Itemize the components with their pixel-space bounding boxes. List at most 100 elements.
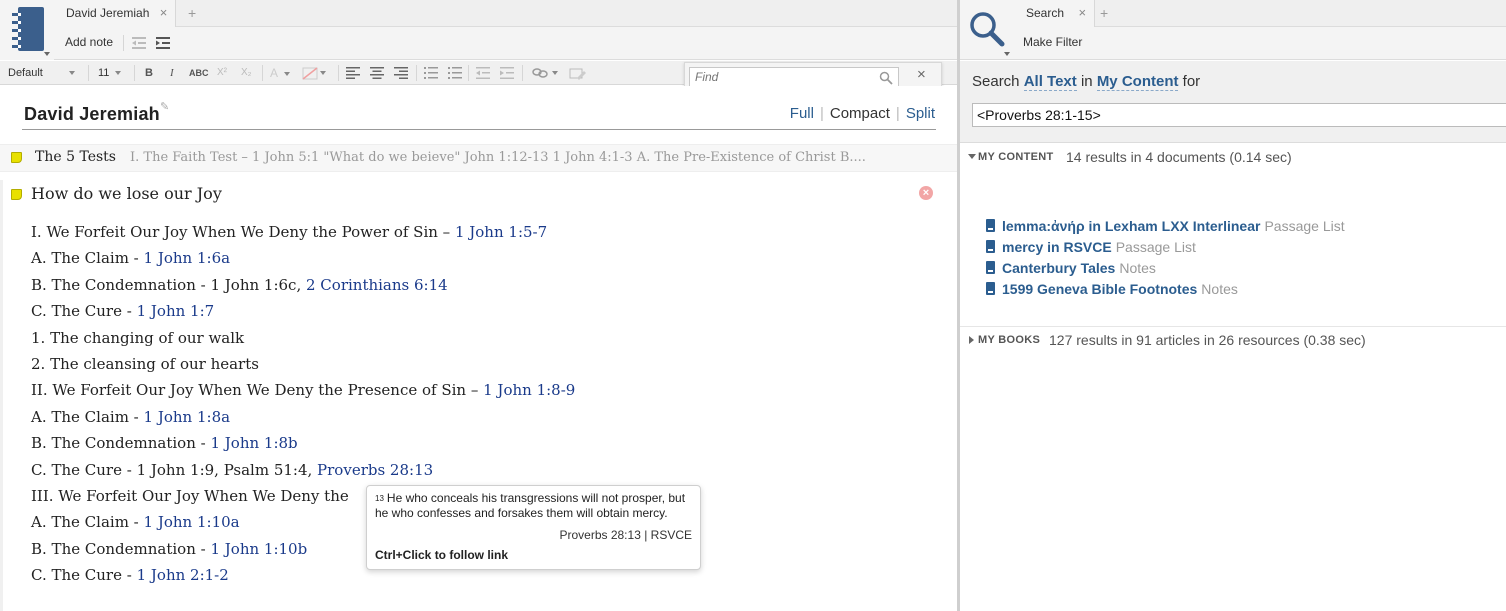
subscript-button[interactable]: X₂: [241, 61, 252, 85]
result-item[interactable]: 1599 Geneva Bible Footnotes Notes: [986, 281, 1506, 302]
search-panel-header: Search × + Make Filter: [960, 0, 1506, 60]
align-center-icon[interactable]: [370, 67, 384, 79]
scripture-reference-link[interactable]: Proverbs 28:13: [317, 461, 433, 479]
outdent-icon[interactable]: [132, 37, 146, 49]
search-scope-line: Search All Text in My Content for: [972, 73, 1200, 91]
verse-number: 13: [375, 494, 384, 503]
search-target-dropdown[interactable]: My Content: [1096, 73, 1179, 91]
chevron-down-icon: [968, 154, 976, 159]
scripture-reference-link[interactable]: 1 John 1:5-7: [455, 223, 547, 241]
view-mode-divider: |: [819, 105, 824, 122]
my-books-header[interactable]: MY BOOKS 127 results in 91 articles in 2…: [960, 326, 1506, 354]
text-color-glyph: A: [270, 66, 279, 80]
delete-note-icon[interactable]: ×: [919, 186, 933, 200]
chevron-down-icon: [284, 71, 291, 76]
edit-title-icon[interactable]: ✎: [160, 100, 169, 113]
toolbar-divider: [416, 65, 417, 81]
outline-text: B. The Condemnation -: [31, 434, 211, 453]
tab-search[interactable]: Search ×: [1014, 0, 1096, 27]
search-scope-dropdown[interactable]: All Text: [1023, 73, 1077, 91]
scripture-reference-link[interactable]: 1 John 2:1-2: [137, 566, 229, 584]
small-caps-button[interactable]: ABC: [189, 61, 209, 85]
outline-text: B. The Condemnation - 1 John 1:6c,: [31, 275, 306, 294]
result-item[interactable]: lemma:ἀνήρ in Lexham LXX Interlinear Pass…: [986, 218, 1506, 239]
font-select[interactable]: Default: [8, 61, 80, 85]
note-flag-icon: [11, 152, 22, 163]
scripture-reference-link[interactable]: 1 John 1:10a: [144, 513, 240, 531]
search-icon[interactable]: [968, 10, 1006, 48]
superscript-button[interactable]: X²: [217, 61, 227, 85]
result-title[interactable]: Canterbury Tales: [1002, 260, 1115, 276]
tab-close-icon[interactable]: ×: [1078, 0, 1086, 26]
font-size-select[interactable]: 11: [98, 61, 128, 85]
tooltip-verse: 13 He who conceals his transgressions wil…: [375, 491, 695, 521]
result-type: Passage List: [1264, 218, 1345, 234]
tab-close-icon[interactable]: ×: [160, 0, 168, 26]
my-content-results: lemma:ἀνήρ in Lexham LXX Interlinear Pass…: [986, 218, 1506, 302]
add-tab-icon[interactable]: +: [1100, 0, 1108, 27]
align-right-icon[interactable]: [394, 67, 408, 79]
view-mode-divider: |: [895, 105, 900, 122]
result-type: Passage List: [1115, 239, 1196, 255]
bullet-list-icon[interactable]: [424, 67, 438, 79]
notes-document: David Jeremiah ✎ Full | Compact | Split The …: [0, 86, 957, 611]
close-icon[interactable]: ×: [917, 66, 926, 83]
scripture-reference-link[interactable]: 1 John 1:8b: [210, 434, 297, 452]
indent-icon[interactable]: [156, 37, 170, 49]
decrease-indent-icon[interactable]: [476, 67, 490, 79]
toolbar-divider: [338, 65, 339, 81]
note-collapsed[interactable]: The 5 Tests I. The Faith Test – 1 John 5…: [0, 144, 957, 172]
outline-text: II. We Forfeit Our Joy When We Deny the …: [31, 381, 484, 400]
result-title[interactable]: lemma:ἀνήρ in Lexham LXX Interlinear: [1002, 218, 1260, 234]
result-item[interactable]: Canterbury Tales Notes: [986, 260, 1506, 281]
panel-menu[interactable]: [0, 0, 54, 60]
view-mode-full[interactable]: Full: [790, 105, 814, 122]
outline-line: C. The Cure - 1 John 1:7: [31, 299, 931, 325]
document-icon: [986, 261, 995, 274]
my-content-header[interactable]: MY CONTENT 14 results in 4 documents (0.…: [960, 144, 1506, 172]
result-title[interactable]: 1599 Geneva Bible Footnotes: [1002, 281, 1197, 297]
panel-menu-arrow-icon: [44, 52, 50, 56]
chevron-down-icon: [68, 71, 75, 76]
clear-format-icon[interactable]: [568, 67, 586, 80]
link-icon[interactable]: [532, 66, 548, 80]
scripture-reference-link[interactable]: 1 John 1:8a: [144, 408, 231, 426]
scripture-reference-link[interactable]: 1 John 1:7: [137, 302, 215, 320]
increase-indent-icon[interactable]: [500, 67, 514, 79]
bold-button[interactable]: B: [145, 61, 153, 85]
panel-menu-arrow-icon[interactable]: [1004, 52, 1010, 56]
result-type: Notes: [1201, 281, 1238, 297]
chevron-down-icon: [115, 71, 122, 76]
toolbar-divider: [123, 35, 124, 51]
section-label: MY BOOKS: [978, 334, 1041, 346]
align-left-icon[interactable]: [346, 67, 360, 79]
search-icon[interactable]: [879, 71, 893, 85]
italic-button[interactable]: I: [170, 61, 174, 85]
numbered-list-icon[interactable]: [448, 67, 462, 79]
add-note-button[interactable]: Add note: [65, 35, 113, 49]
make-filter-button[interactable]: Make Filter: [1023, 35, 1082, 49]
view-mode-compact[interactable]: Compact: [830, 105, 890, 122]
scripture-reference-link[interactable]: 2 Corinthians 6:14: [306, 276, 448, 294]
note-flag-icon: [11, 189, 22, 200]
scripture-reference-link[interactable]: 1 John 1:6a: [144, 249, 231, 267]
outline-line: 1. The changing of our walk: [31, 326, 931, 352]
scripture-reference-link[interactable]: 1 John 1:8-9: [483, 381, 575, 399]
view-mode-split[interactable]: Split: [906, 105, 935, 122]
tab-david-jeremiah[interactable]: David Jeremiah ×: [54, 0, 177, 27]
reference-tooltip: 13 He who conceals his transgressions wil…: [366, 485, 701, 570]
section-summary: 14 results in 4 documents (0.14 sec): [1066, 149, 1292, 165]
highlight-color-icon[interactable]: [302, 67, 318, 80]
scripture-reference-link[interactable]: 1 John 1:10b: [210, 540, 307, 558]
result-title[interactable]: mercy in RSVCE: [1002, 239, 1112, 255]
outline-text: A. The Claim -: [31, 249, 144, 268]
tab-label: David Jeremiah: [66, 6, 150, 20]
find-input[interactable]: [689, 67, 899, 87]
text-color-button[interactable]: A: [270, 61, 291, 85]
document-title[interactable]: David Jeremiah: [24, 104, 160, 125]
add-tab-icon[interactable]: +: [188, 0, 196, 27]
note-title[interactable]: How do we lose our Joy: [31, 184, 222, 203]
search-input[interactable]: [972, 103, 1506, 127]
result-item[interactable]: mercy in RSVCE Passage List: [986, 239, 1506, 260]
font-select-value: Default: [8, 67, 43, 79]
